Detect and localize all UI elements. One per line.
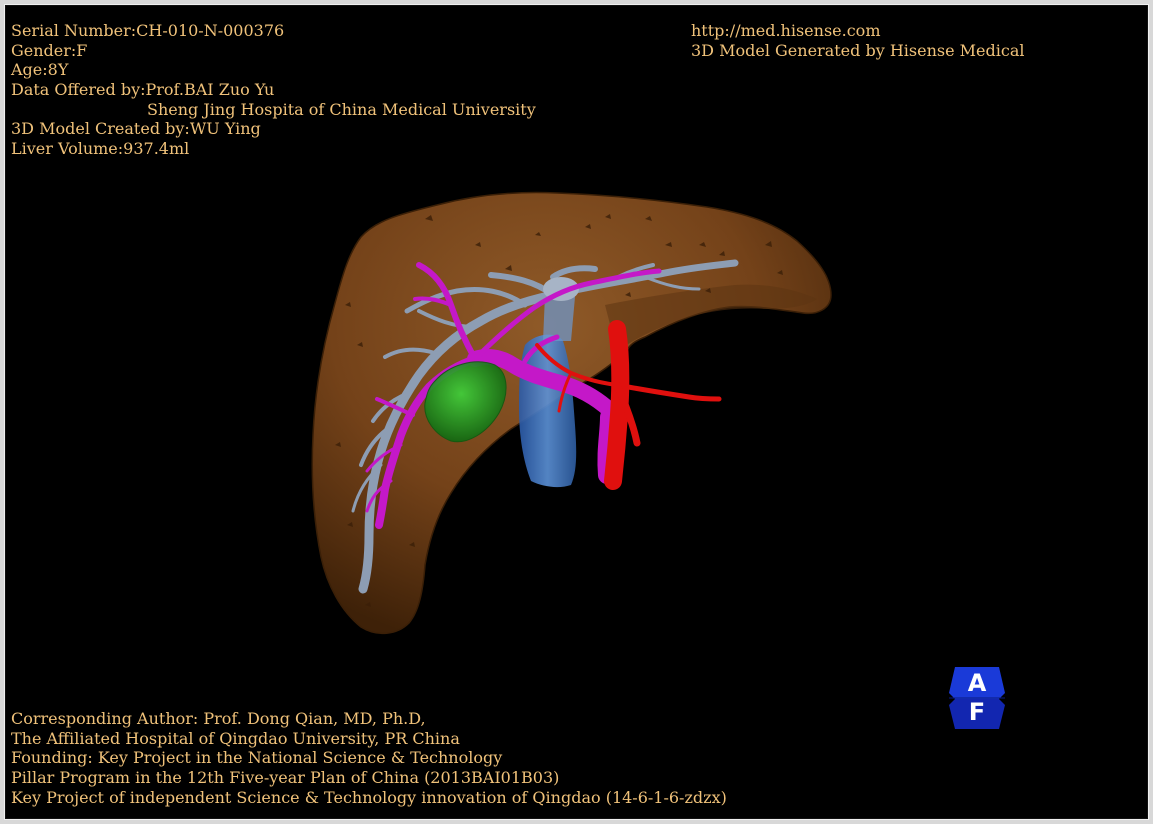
credits-line-5: Key Project of independent Science & Tec… (11, 787, 727, 807)
patient-info-block: Serial Number:CH-010-N-000376 Gender:F A… (11, 21, 536, 159)
cube-anterior-label: A (967, 669, 987, 697)
brand-block: http://med.hisense.com 3D Model Generate… (691, 21, 1024, 60)
credits-line-3: Founding: Key Project in the National Sc… (11, 748, 503, 768)
model-created-by-text: 3D Model Created by:WU Ying (11, 119, 261, 139)
age-text: Age:8Y (11, 60, 69, 80)
data-offered-by-text: Data Offered by:Prof.BAI Zuo Yu (11, 80, 275, 100)
hospital-text: Sheng Jing Hospita of China Medical Univ… (147, 99, 536, 119)
credits-line-1: Corresponding Author: Prof. Dong Qian, M… (11, 709, 426, 728)
liver-volume-text: Liver Volume:937.4ml (11, 139, 190, 159)
credits-line-4: Pillar Program in the 12th Five-year Pla… (11, 768, 560, 788)
orientation-cube[interactable]: A F (949, 665, 1005, 731)
serial-number-text: Serial Number:CH-010-N-000376 (11, 21, 285, 40)
cube-front-label: F (968, 698, 986, 726)
3d-viewport[interactable]: Serial Number:CH-010-N-000376 Gender:F A… (4, 4, 1149, 820)
credits-line-2: The Affiliated Hospital of Qingdao Unive… (11, 728, 460, 748)
generated-by-text: 3D Model Generated by Hisense Medical (691, 40, 1025, 60)
brand-url-text: http://med.hisense.com (691, 21, 881, 40)
gender-text: Gender:F (11, 40, 88, 60)
credits-block: Corresponding Author: Prof. Dong Qian, M… (11, 709, 727, 807)
